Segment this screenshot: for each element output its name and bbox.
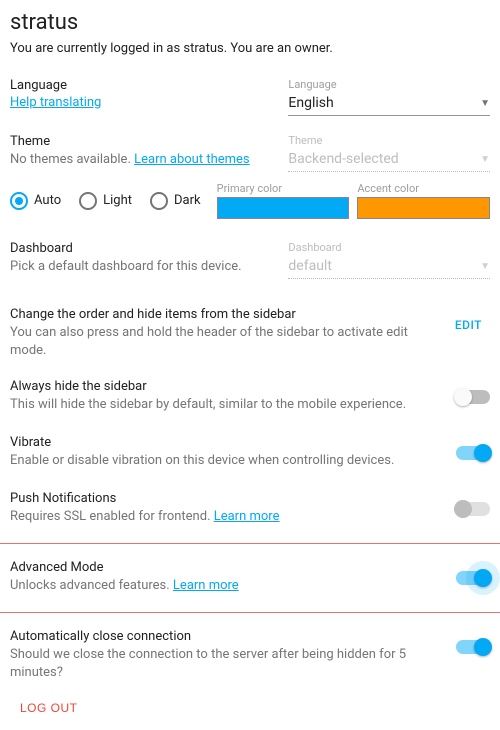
hide-sidebar-label: Always hide the sidebar <box>10 379 444 394</box>
vibrate-label: Vibrate <box>10 435 444 450</box>
theme-mode-auto[interactable]: Auto <box>10 192 61 210</box>
dashboard-select[interactable]: default ▼ <box>288 256 490 279</box>
theme-value: Backend-selected <box>288 151 398 167</box>
help-translating-link[interactable]: Help translating <box>10 95 101 110</box>
radio-unchecked-icon <box>79 192 97 210</box>
language-select[interactable]: English ▼ <box>288 93 490 116</box>
radio-checked-icon <box>10 192 28 210</box>
language-value: English <box>288 95 333 111</box>
vibrate-toggle[interactable] <box>456 446 490 460</box>
accent-color-picker[interactable] <box>357 197 490 219</box>
edit-button[interactable]: EDIT <box>447 312 490 338</box>
autoclose-toggle[interactable] <box>456 640 490 654</box>
autoclose-desc: Should we close the connection to the se… <box>10 646 444 681</box>
page-title: stratus <box>10 10 490 35</box>
dashboard-label: Dashboard <box>10 241 278 256</box>
divider <box>0 543 500 544</box>
language-field-label: Language <box>288 78 490 91</box>
dashboard-field-label: Dashboard <box>288 241 490 254</box>
chevron-down-icon: ▼ <box>480 98 490 109</box>
autoclose-label: Automatically close connection <box>10 629 444 644</box>
theme-mode-dark[interactable]: Dark <box>150 192 201 210</box>
advanced-learn-more-link[interactable]: Learn more <box>173 578 239 593</box>
sidebar-order-label: Change the order and hide items from the… <box>10 307 435 322</box>
chevron-down-icon: ▼ <box>480 154 490 165</box>
dashboard-value: default <box>288 258 332 274</box>
hide-sidebar-desc: This will hide the sidebar by default, s… <box>10 396 444 414</box>
chevron-down-icon: ▼ <box>480 261 490 272</box>
hide-sidebar-toggle[interactable] <box>456 390 490 404</box>
vibrate-desc: Enable or disable vibration on this devi… <box>10 452 444 470</box>
primary-color-picker[interactable] <box>217 197 350 219</box>
theme-select: Backend-selected ▼ <box>288 149 490 172</box>
push-learn-more-link[interactable]: Learn more <box>214 509 280 524</box>
accent-color-label: Accent color <box>357 182 490 195</box>
divider <box>0 612 500 613</box>
push-label: Push Notifications <box>10 491 444 506</box>
language-label: Language <box>10 78 278 93</box>
advanced-toggle[interactable] <box>456 571 490 585</box>
sidebar-order-desc: You can also press and hold the header o… <box>10 324 435 359</box>
radio-unchecked-icon <box>150 192 168 210</box>
page-subtitle: You are currently logged in as stratus. … <box>10 41 490 56</box>
theme-label: Theme <box>10 134 278 149</box>
push-desc: Requires SSL enabled for frontend. Learn… <box>10 508 444 526</box>
dashboard-desc: Pick a default dashboard for this device… <box>10 258 278 276</box>
theme-field-label: Theme <box>288 134 490 147</box>
advanced-desc: Unlocks advanced features. Learn more <box>10 577 444 595</box>
theme-desc: No themes available. Learn about themes <box>10 151 278 169</box>
theme-mode-light[interactable]: Light <box>79 192 132 210</box>
logout-button[interactable]: LOG OUT <box>20 701 78 715</box>
advanced-label: Advanced Mode <box>10 560 444 575</box>
learn-themes-link[interactable]: Learn about themes <box>134 152 250 167</box>
primary-color-label: Primary color <box>217 182 350 195</box>
push-toggle <box>456 502 490 516</box>
